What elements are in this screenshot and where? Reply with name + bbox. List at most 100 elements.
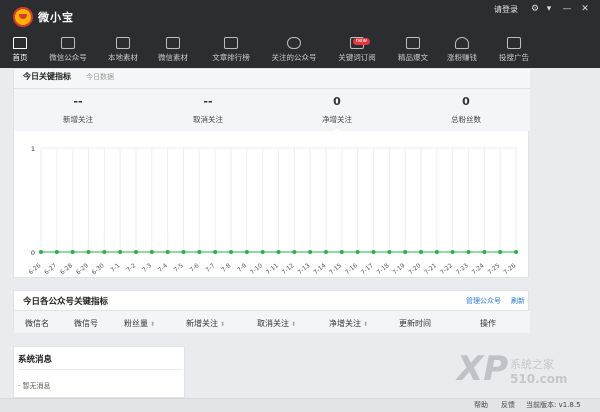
login-link[interactable]: 请登录 bbox=[494, 4, 518, 15]
x-tick-label: 7-10 bbox=[249, 262, 264, 276]
status-bar: 帮助 反馈 当前版本: v1.8.5 bbox=[0, 398, 600, 412]
toolbar-ads[interactable]: 投搜广告 bbox=[494, 32, 534, 68]
x-tick-label: 7-16 bbox=[344, 262, 359, 276]
title-bar: 微小宝 请登录 ⚙ ▾ — ✕ bbox=[0, 0, 600, 32]
stat-total-fans[interactable]: 0 总粉丝数 bbox=[421, 95, 511, 125]
settings-icon[interactable]: ⚙ bbox=[528, 2, 542, 16]
data-point bbox=[165, 250, 170, 254]
close-icon[interactable]: ✕ bbox=[578, 2, 592, 16]
data-point bbox=[324, 250, 328, 254]
col-wechat-id: 微信号 bbox=[74, 319, 98, 328]
gallery-icon bbox=[166, 37, 180, 49]
toolbar-followed-accounts[interactable]: 关注的公众号 bbox=[266, 32, 322, 68]
toolbar-official-accounts[interactable]: 微信公众号 bbox=[43, 32, 93, 68]
feedback-link[interactable]: 反馈 bbox=[501, 400, 515, 410]
y-tick-label: 1 bbox=[31, 145, 35, 153]
x-tick-label: 7-2 bbox=[125, 262, 137, 274]
app-logo-icon bbox=[13, 7, 33, 27]
x-tick-label: 7-13 bbox=[297, 262, 312, 276]
toolbar-hot-articles[interactable]: 精品爆文 bbox=[392, 32, 434, 68]
image-icon bbox=[116, 37, 130, 49]
data-point bbox=[466, 250, 471, 254]
data-point bbox=[355, 250, 360, 254]
tv-icon bbox=[61, 37, 75, 49]
refresh-link[interactable]: 刷新 bbox=[511, 296, 525, 306]
col-new-follows[interactable]: 新增关注 ⬍ bbox=[186, 318, 225, 329]
x-tick-label: 7-8 bbox=[220, 262, 232, 274]
y-tick-label: 0 bbox=[31, 249, 35, 257]
x-tick-label: 7-23 bbox=[455, 262, 470, 276]
toolbar-article-ranking[interactable]: 文章排行榜 bbox=[206, 32, 256, 68]
x-tick-label: 7-25 bbox=[487, 262, 502, 276]
help-link[interactable]: 帮助 bbox=[474, 400, 488, 410]
data-point bbox=[292, 250, 297, 254]
data-point bbox=[260, 250, 265, 254]
data-point bbox=[86, 250, 91, 254]
watermark: XP 系统之家 510.com bbox=[457, 349, 568, 389]
x-tick-label: 7-14 bbox=[312, 262, 327, 276]
x-tick-label: 7-18 bbox=[376, 262, 391, 276]
data-point bbox=[387, 250, 392, 254]
col-net-follows[interactable]: 净增关注 ⬍ bbox=[329, 318, 368, 329]
scrollbar[interactable] bbox=[590, 68, 600, 398]
x-tick-label: 7-11 bbox=[265, 262, 280, 276]
x-tick-label: 6-30 bbox=[91, 262, 106, 276]
menu-dropdown-icon[interactable]: ▾ bbox=[542, 2, 556, 16]
col-update-time: 更新时间 bbox=[399, 319, 431, 328]
toolbar-wechat-materials[interactable]: 微信素材 bbox=[153, 32, 193, 68]
stat-net-follows[interactable]: 0 净增关注 bbox=[292, 95, 382, 133]
data-point bbox=[339, 250, 344, 254]
x-tick-label: 7-19 bbox=[392, 262, 407, 276]
new-badge: new bbox=[352, 38, 370, 45]
user-icon bbox=[455, 37, 469, 49]
x-tick-label: 6-27 bbox=[43, 262, 58, 276]
x-tick-label: 6-26 bbox=[27, 262, 42, 276]
data-point bbox=[197, 250, 202, 254]
version-label: 当前版本: v1.8.5 bbox=[526, 401, 581, 409]
summary-subtitle: 今日数据 bbox=[86, 73, 114, 81]
messages-title: 系统消息 bbox=[18, 355, 53, 365]
data-point bbox=[149, 250, 154, 254]
data-point bbox=[181, 250, 186, 254]
sort-icon: ⬍ bbox=[220, 321, 226, 328]
stats-row: -- 新增关注 -- 取消关注 0 净增关注 0 总粉丝数 bbox=[14, 89, 530, 133]
summary-header: 今日关键指标 今日数据 bbox=[14, 69, 530, 89]
data-point bbox=[419, 250, 423, 254]
x-tick-label: 7-26 bbox=[502, 262, 517, 276]
toolbar-keyword-subscription[interactable]: new 关键词订阅 bbox=[333, 32, 381, 68]
toolbar-home[interactable]: 首页 bbox=[6, 32, 34, 68]
x-tick-label: 7-22 bbox=[439, 262, 454, 276]
x-tick-label: 7-5 bbox=[173, 262, 185, 274]
list-icon bbox=[224, 37, 238, 49]
data-point bbox=[229, 250, 233, 254]
data-point bbox=[450, 250, 455, 254]
data-point bbox=[39, 250, 43, 254]
col-unfollows[interactable]: 取消关注 ⬍ bbox=[257, 318, 296, 329]
col-fans[interactable]: 粉丝量 ⬍ bbox=[124, 318, 155, 329]
x-tick-label: 7-7 bbox=[204, 262, 216, 274]
thumb-up-icon bbox=[406, 37, 420, 49]
x-tick-label: 7-15 bbox=[328, 262, 343, 276]
minimize-icon[interactable]: — bbox=[560, 2, 574, 16]
summary-title: 今日关键指标 bbox=[23, 72, 71, 81]
x-tick-label: 7-1 bbox=[109, 262, 121, 274]
home-icon bbox=[13, 37, 27, 49]
sort-icon: ⬍ bbox=[291, 321, 297, 328]
stat-unfollows[interactable]: -- 取消关注 bbox=[163, 95, 253, 125]
toolbar-earn-fans[interactable]: 涨粉赚钱 bbox=[442, 32, 482, 68]
data-point bbox=[371, 250, 376, 254]
x-tick-label: 6-29 bbox=[75, 262, 90, 276]
x-tick-label: 7-20 bbox=[407, 262, 422, 276]
manage-accounts-link[interactable]: 管理公众号 bbox=[466, 296, 501, 306]
x-tick-label: 7-3 bbox=[141, 262, 153, 274]
sort-icon: ⬍ bbox=[363, 321, 369, 328]
system-messages-card: 系统消息 · 暂无消息 bbox=[13, 346, 185, 398]
app-title: 微小宝 bbox=[38, 11, 74, 24]
accounts-title: 今日各公众号关键指标 bbox=[23, 297, 109, 307]
data-point bbox=[482, 250, 487, 254]
toolbar-local-materials[interactable]: 本地素材 bbox=[103, 32, 143, 68]
sort-icon: ⬍ bbox=[150, 321, 156, 328]
x-tick-label: 7-4 bbox=[157, 262, 169, 274]
stat-new-follows[interactable]: -- 新增关注 bbox=[33, 95, 123, 125]
data-point bbox=[244, 250, 249, 254]
